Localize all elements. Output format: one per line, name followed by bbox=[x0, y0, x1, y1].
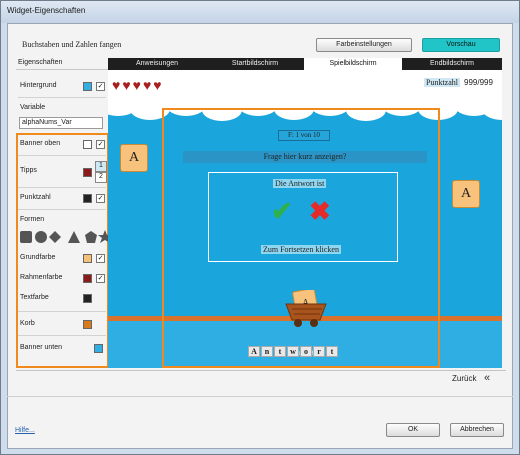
window-title: Widget-Eigenschaften bbox=[7, 6, 86, 15]
text-color-label: Textfarbe bbox=[20, 294, 49, 301]
background-color-swatch[interactable] bbox=[83, 82, 92, 91]
divider bbox=[18, 335, 106, 336]
question-text: Frage hier kurz anzeigen? bbox=[183, 151, 427, 163]
frame-color-swatch[interactable] bbox=[83, 274, 92, 283]
widget-title: Buchstaben und Zahlen fangen bbox=[22, 40, 122, 49]
divider bbox=[16, 370, 506, 371]
answer-letter-tile[interactable]: n bbox=[261, 346, 273, 357]
score-row: Punktzahl ✓ bbox=[16, 191, 108, 205]
lives-hearts: ♥ ♥ ♥ ♥ ♥ bbox=[112, 78, 164, 92]
banner-bottom-label: Banner unten bbox=[20, 344, 63, 351]
answer-title: Die Antwort ist bbox=[273, 179, 327, 188]
cross-icon: ✖ bbox=[309, 196, 331, 226]
ok-button[interactable]: OK bbox=[386, 423, 440, 437]
title-bar: Widget-Eigenschaften bbox=[1, 1, 519, 23]
shape-picker bbox=[16, 229, 110, 245]
dialog-body: Buchstaben und Zahlen fangen Farbeinstel… bbox=[7, 23, 513, 449]
answer-letters: Antwort bbox=[248, 346, 339, 357]
shape-options[interactable] bbox=[20, 229, 110, 243]
tips-row: Tipps 1 2 bbox=[16, 161, 108, 185]
color-settings-button[interactable]: Farbeinstellungen bbox=[316, 38, 412, 52]
banner-top-label: Banner oben bbox=[20, 140, 61, 147]
divider bbox=[18, 97, 106, 98]
base-color-row: Grundfarbe ✓ bbox=[16, 251, 108, 265]
frame-color-checkbox[interactable]: ✓ bbox=[96, 274, 105, 283]
properties-heading-label: Eigenschaften bbox=[18, 59, 63, 66]
divider bbox=[7, 396, 513, 397]
banner-top-checkbox[interactable]: ✓ bbox=[96, 140, 105, 149]
banner-bottom-color-swatch[interactable] bbox=[94, 344, 103, 353]
variable-label: Variable bbox=[20, 104, 46, 111]
base-color-swatch[interactable] bbox=[83, 254, 92, 263]
text-color-swatch[interactable] bbox=[83, 294, 92, 303]
diamond-icon bbox=[49, 231, 61, 243]
answer-letter-tile[interactable]: o bbox=[300, 346, 312, 357]
basket-row: Korb bbox=[16, 317, 108, 331]
circle-icon bbox=[35, 231, 47, 243]
heart-icon: ♥ bbox=[132, 77, 141, 93]
triangle-icon bbox=[68, 231, 80, 243]
heart-icon: ♥ bbox=[122, 77, 131, 93]
answer-letter-tile[interactable]: A bbox=[248, 346, 260, 357]
properties-heading: Eigenschaften bbox=[16, 58, 108, 70]
tips-color-swatch[interactable] bbox=[83, 168, 92, 177]
base-color-label: Grundfarbe bbox=[20, 254, 56, 261]
cancel-button[interactable]: Abbrechen bbox=[450, 423, 504, 437]
background-label: Hintergrund bbox=[20, 82, 57, 89]
rounded-square-icon bbox=[20, 231, 32, 243]
tips-spin-down[interactable]: 2 bbox=[95, 172, 107, 183]
divider bbox=[18, 311, 106, 312]
letter-card-right[interactable]: A bbox=[452, 180, 480, 208]
divider bbox=[18, 155, 106, 156]
score-color-swatch[interactable] bbox=[83, 194, 92, 203]
answer-letter-tile[interactable]: t bbox=[326, 346, 338, 357]
back-label[interactable]: Zurück bbox=[452, 374, 476, 383]
checkmark-icon: ✔ bbox=[271, 196, 293, 226]
basket-color-swatch[interactable] bbox=[83, 320, 92, 329]
tab-game-screen[interactable]: Spielbildschirm bbox=[304, 58, 402, 70]
tab-end-screen[interactable]: Endbildschirm bbox=[402, 58, 502, 70]
background-checkbox[interactable]: ✓ bbox=[96, 82, 105, 91]
banner-top-row: Banner oben ✓ bbox=[16, 137, 108, 151]
question-counter: F: 1 von 10 bbox=[278, 130, 330, 141]
tips-spin-up[interactable]: 1 bbox=[95, 161, 107, 172]
tab-instructions[interactable]: Anweisungen bbox=[108, 58, 206, 70]
divider bbox=[18, 187, 106, 188]
game-score-value: 999/999 bbox=[464, 78, 493, 87]
text-color-row: Textfarbe bbox=[16, 291, 108, 305]
base-color-checkbox[interactable]: ✓ bbox=[96, 254, 105, 263]
basket-label: Korb bbox=[20, 320, 35, 327]
preview-button[interactable]: Vorschau bbox=[422, 38, 500, 52]
heart-icon: ♥ bbox=[153, 77, 162, 93]
variable-row: Variable bbox=[16, 101, 108, 115]
shapes-row: Formen bbox=[16, 213, 108, 227]
answer-letter-tile[interactable]: t bbox=[274, 346, 286, 357]
continue-text[interactable]: Zum Fortsetzen klicken bbox=[261, 245, 341, 254]
answer-letter-tile[interactable]: w bbox=[287, 346, 299, 357]
dialog-window: Widget-Eigenschaften Buchstaben und Zahl… bbox=[0, 0, 520, 455]
game-score-label: Punktzahl bbox=[424, 78, 460, 87]
background-row: Hintergrund ✓ bbox=[16, 79, 108, 93]
score-label: Punktzahl bbox=[20, 194, 51, 201]
tab-bar: Anweisungen Startbildschirm Spielbildsch… bbox=[108, 58, 502, 70]
shapes-label: Formen bbox=[20, 216, 45, 223]
chevron-double-left-icon[interactable]: « bbox=[484, 373, 490, 384]
answer-letter-tile[interactable]: r bbox=[313, 346, 325, 357]
score-checkbox[interactable]: ✓ bbox=[96, 194, 105, 203]
pentagon-icon bbox=[85, 231, 97, 243]
banner-bottom-row: Banner unten bbox=[16, 341, 108, 355]
variable-input[interactable]: alphaNums_Var bbox=[19, 117, 103, 129]
heart-icon: ♥ bbox=[142, 77, 152, 93]
tab-start-screen[interactable]: Startbildschirm bbox=[206, 58, 304, 70]
properties-panel: Hintergrund ✓ Variable alphaNums_Var Ban… bbox=[16, 71, 110, 368]
frame-color-row: Rahmenfarbe ✓ bbox=[16, 271, 108, 285]
letter-card-left[interactable]: A bbox=[120, 144, 148, 172]
heart-icon: ♥ bbox=[112, 77, 121, 93]
frame-color-label: Rahmenfarbe bbox=[20, 274, 63, 281]
banner-top-color-swatch[interactable] bbox=[83, 140, 92, 149]
divider bbox=[18, 209, 106, 210]
answer-panel: Die Antwort ist ✔ ✖ Zum Fortsetzen klick… bbox=[208, 172, 398, 262]
tips-label: Tipps bbox=[20, 167, 37, 174]
help-link[interactable]: Hilfe... bbox=[15, 427, 35, 434]
